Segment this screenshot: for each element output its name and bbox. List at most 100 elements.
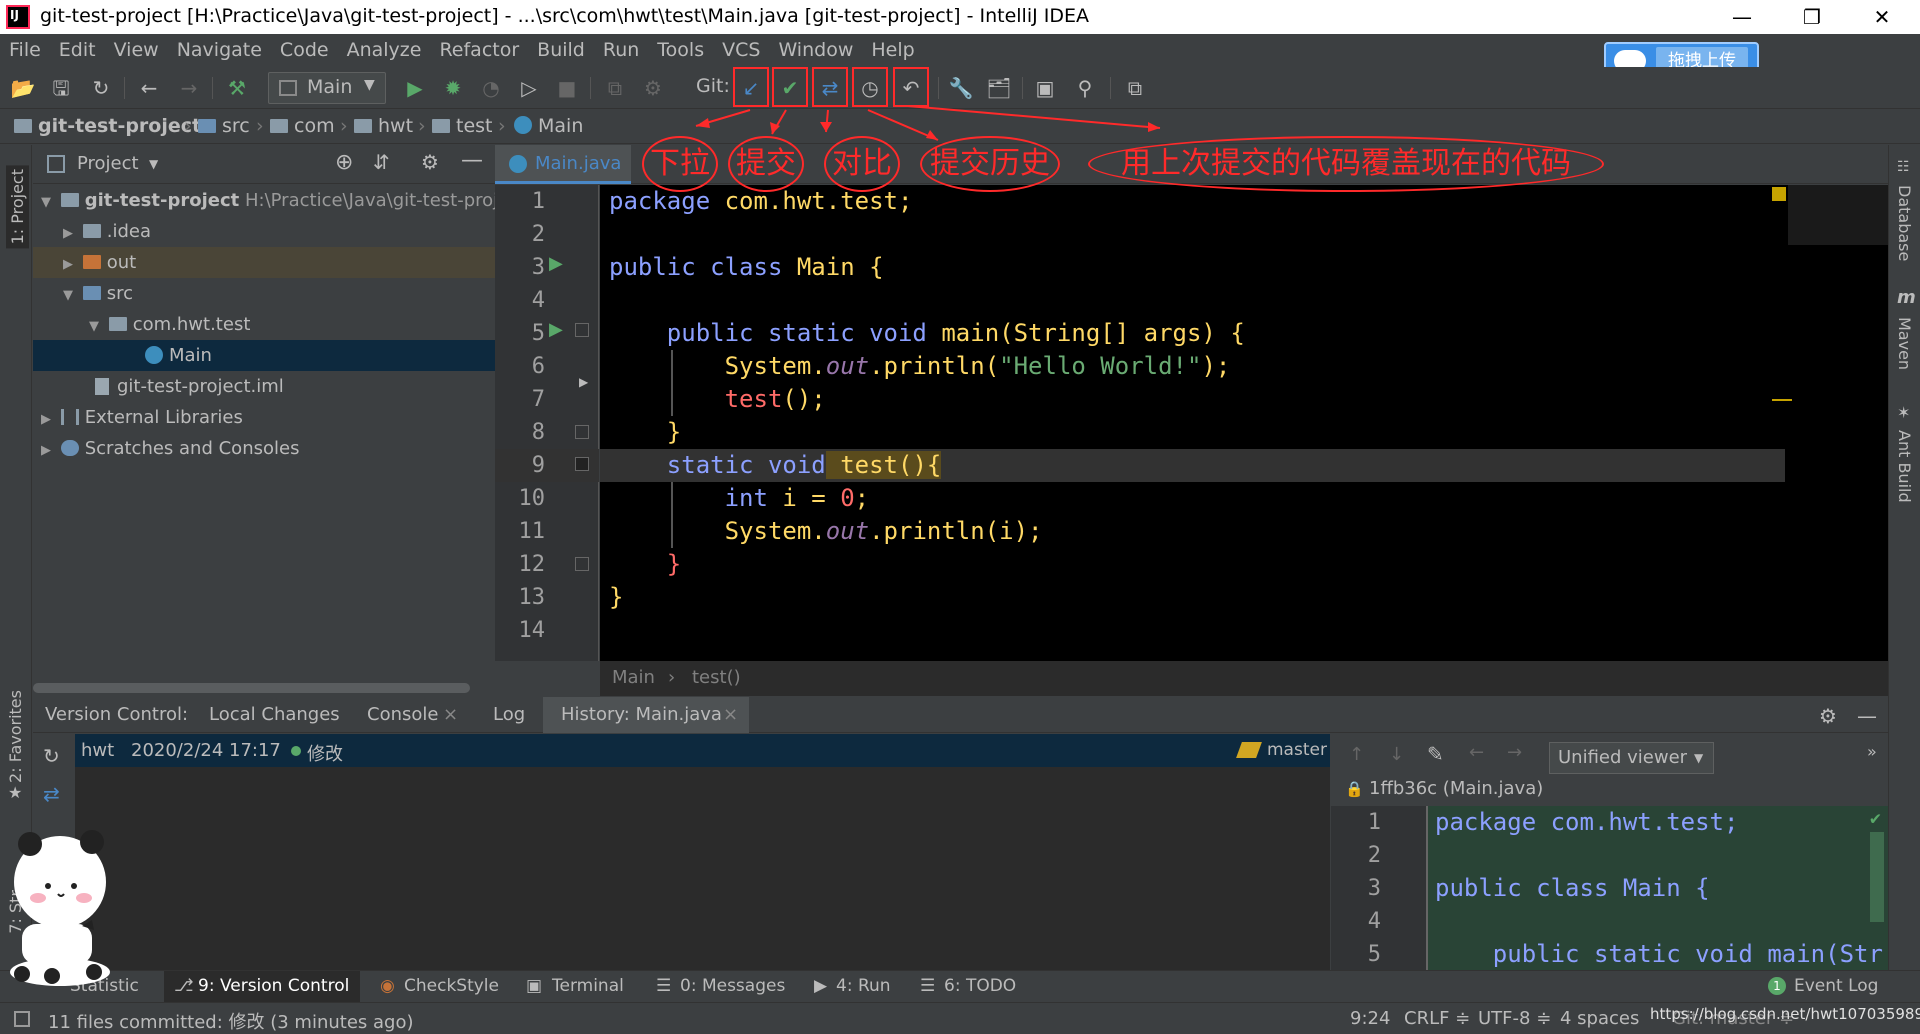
tree-item-external-libraries[interactable]: ▶ External Libraries (33, 402, 495, 433)
fold-icon[interactable] (575, 457, 589, 471)
profile-icon[interactable]: ▷ (516, 75, 542, 101)
run-tool-tab[interactable]: 4: Run (836, 976, 891, 996)
tree-item-project-root[interactable]: ▼ git-test-project H:\Practice\Java\git-… (33, 185, 509, 216)
project-horizontal-scrollbar[interactable] (33, 683, 470, 693)
run-gutter-icon[interactable]: ▶ (549, 253, 563, 274)
project-tool-tab[interactable]: 1: Project (6, 165, 29, 249)
tree-item-src[interactable]: ▼ src (33, 278, 495, 309)
unified-viewer-select[interactable]: Unified viewer ▼ (1549, 742, 1714, 774)
menu-navigate[interactable]: Navigate (168, 34, 271, 67)
git-compare-icon[interactable]: ⇄ (817, 75, 843, 101)
menu-view[interactable]: View (105, 34, 168, 67)
history-commit-row[interactable]: hwt 2020/2/24 17:17 修改 master (75, 734, 1330, 767)
breadcrumb-main[interactable]: Main (514, 115, 583, 137)
breadcrumb-project[interactable]: git-test-project (14, 115, 201, 137)
tab-log[interactable]: Log (493, 704, 525, 725)
debug-bug-icon[interactable]: ✹ (440, 75, 466, 101)
code-editor[interactable]: package com.hwt.test; public class Main … (600, 185, 1888, 661)
line-separator[interactable]: CRLF ≑ (1404, 1008, 1470, 1029)
coverage-icon[interactable]: ◔ (478, 75, 504, 101)
tree-item-scratches[interactable]: ▶ Scratches and Consoles (33, 433, 495, 464)
menu-run[interactable]: Run (594, 34, 648, 67)
tree-item-iml[interactable]: git-test-project.iml (33, 371, 495, 402)
database-tool-tab[interactable]: Database (1895, 185, 1914, 261)
prev-diff-icon[interactable]: ↑ (1349, 744, 1364, 765)
back-arrow-icon[interactable]: ← (136, 75, 162, 101)
menu-code[interactable]: Code (271, 34, 338, 67)
save-icon[interactable]: 🖫 (48, 75, 74, 101)
presentation-icon[interactable]: ⧉ (1122, 75, 1148, 101)
terminal-tool-tab[interactable]: Terminal (552, 976, 624, 996)
restore-button[interactable]: ❐ (1782, 2, 1842, 32)
forward-arrow-icon[interactable]: → (176, 75, 202, 101)
next-file-icon[interactable]: → (1507, 742, 1522, 763)
breadcrumb-class[interactable]: Main (612, 667, 655, 688)
breadcrumb-hwt[interactable]: hwt (354, 115, 413, 137)
caret-position[interactable]: 9:24 (1350, 1008, 1390, 1029)
more-icon[interactable]: » (1867, 742, 1877, 761)
menu-file[interactable]: File (0, 34, 50, 67)
collapse-all-icon[interactable]: ⇵ (373, 150, 390, 174)
diff-scrollbar[interactable] (1870, 832, 1884, 922)
menu-build[interactable]: Build (528, 34, 594, 67)
breadcrumb-method[interactable]: test() (692, 667, 741, 688)
tree-item-out[interactable]: ▶ out (33, 247, 495, 278)
git-commit-check-icon[interactable]: ✔ (777, 75, 803, 101)
menu-edit[interactable]: Edit (50, 34, 105, 67)
breadcrumb-com[interactable]: com (270, 115, 335, 137)
todo-tool-tab[interactable]: 6: TODO (944, 976, 1016, 996)
sync-icon[interactable]: ↻ (88, 75, 114, 101)
hide-panel-icon[interactable]: — (461, 148, 483, 173)
indent-setting[interactable]: 4 spaces (1560, 1008, 1639, 1029)
git-revert-icon[interactable]: ↶ (898, 75, 924, 101)
status-window-icon[interactable] (14, 1011, 30, 1027)
version-control-tool-tab[interactable]: 9: Version Control (198, 976, 349, 996)
tree-item-idea[interactable]: ▶ .idea (33, 216, 495, 247)
run-gutter-icon[interactable]: ▶ (549, 319, 563, 340)
run-config-select[interactable]: Main ▼ (268, 72, 386, 104)
gear-icon[interactable]: ⚙ (1819, 704, 1837, 728)
terminal-window-icon[interactable]: ▣ (1032, 75, 1058, 101)
locate-target-icon[interactable]: ⊕ (335, 150, 353, 175)
file-encoding[interactable]: UTF-8 ≑ (1478, 1008, 1551, 1029)
project-structure-icon[interactable]: 🗂 (986, 75, 1012, 101)
gear-icon[interactable]: ⚙ (421, 150, 439, 174)
stop-icon[interactable]: ■ (554, 75, 580, 101)
hide-panel-icon[interactable]: — (1857, 704, 1877, 728)
next-diff-icon[interactable]: ↓ (1389, 744, 1404, 765)
tree-item-main[interactable]: Main (33, 340, 495, 371)
favorites-tool-tab[interactable]: 2: Favorites (6, 690, 25, 783)
search-icon[interactable]: ⚲ (1072, 75, 1098, 101)
breadcrumb-test[interactable]: test (432, 115, 493, 137)
menu-vcs[interactable]: VCS (713, 34, 769, 67)
breadcrumb-src[interactable]: src (198, 115, 250, 137)
menu-refactor[interactable]: Refactor (430, 34, 528, 67)
messages-tool-tab[interactable]: 0: Messages (680, 976, 785, 996)
minimize-button[interactable]: — (1712, 2, 1772, 32)
tree-item-package[interactable]: ▼ com.hwt.test (33, 309, 495, 340)
tab-main-java[interactable]: Main.java (495, 145, 631, 184)
edit-pencil-icon[interactable]: ✎ (1427, 742, 1444, 766)
build-hammer-icon[interactable]: ⚒ (224, 75, 250, 101)
event-log-tool-tab[interactable]: Event Log (1794, 976, 1878, 996)
menu-tools[interactable]: Tools (648, 34, 713, 67)
compare-icon[interactable]: ⇄ (43, 782, 60, 806)
prev-file-icon[interactable]: ← (1469, 742, 1484, 763)
menu-help[interactable]: Help (862, 34, 923, 67)
menu-window[interactable]: Window (769, 34, 862, 67)
run-icon[interactable]: ▶ (402, 75, 428, 101)
open-folder-icon[interactable]: 📂 (10, 75, 36, 101)
attach-icon[interactable]: ⧉ (602, 75, 628, 101)
maven-tool-tab[interactable]: Maven (1895, 317, 1914, 370)
close-icon[interactable]: × (723, 704, 738, 725)
fold-icon[interactable] (575, 425, 589, 439)
tab-history[interactable]: History: Main.java (561, 704, 722, 725)
close-icon[interactable]: × (443, 704, 458, 725)
checkstyle-tool-tab[interactable]: CheckStyle (404, 976, 499, 996)
menu-analyze[interactable]: Analyze (338, 34, 431, 67)
tab-console[interactable]: Console (367, 704, 438, 725)
inspection-status-icon[interactable] (1772, 187, 1786, 201)
tab-local-changes[interactable]: Local Changes (209, 704, 340, 725)
diff-code[interactable]: package com.hwt.test; public class Main … (1426, 806, 1888, 970)
refresh-icon[interactable]: ↻ (43, 744, 60, 768)
